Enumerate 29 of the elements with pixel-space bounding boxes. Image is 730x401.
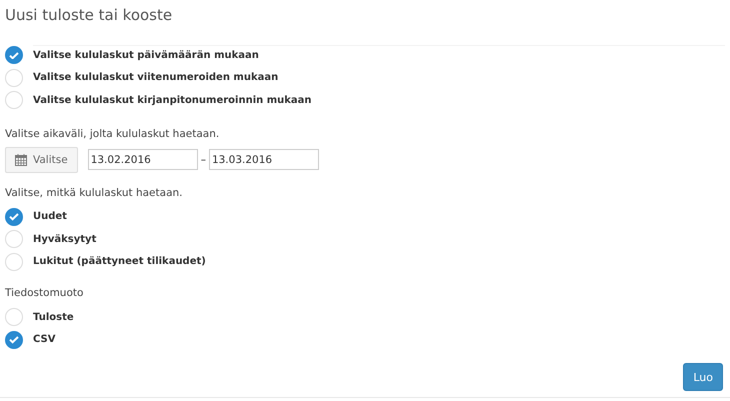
option-label[interactable]: Uudet (33, 211, 67, 222)
calendar-button[interactable]: Valitse (5, 146, 78, 172)
section-label: Tiedostomuoto (5, 287, 84, 299)
option-label[interactable]: Valitse kululaskut päivämäärän mukaan (33, 50, 259, 61)
radio-checked[interactable] (5, 46, 23, 64)
option-label[interactable]: Hyväksytyt (33, 234, 96, 245)
radio-button[interactable] (5, 252, 23, 271)
radio-button[interactable] (5, 230, 23, 248)
radio-checked[interactable] (5, 330, 23, 349)
radio-button[interactable] (5, 91, 23, 110)
range-separator: – (200, 154, 206, 166)
radio-button[interactable] (5, 68, 23, 87)
create-button[interactable]: Luo (683, 363, 723, 391)
page-title: Uusi tuloste tai kooste (5, 5, 174, 26)
calendar-icon (15, 154, 27, 166)
date-field[interactable]: 13.02.2016 (88, 149, 198, 170)
option-label[interactable]: CSV (33, 334, 56, 346)
check-icon (9, 52, 19, 59)
option-label[interactable]: Tuloste (33, 312, 74, 323)
option-label[interactable]: Valitse kululaskut kirjanpitonumeroinnin mukaan (33, 94, 312, 106)
option-label[interactable]: Valitse kululaskut viitenumeroiden mukaan (33, 72, 278, 84)
option-label[interactable]: Lukitut (päättyneet tilikaudet) (33, 256, 206, 268)
radio-button[interactable] (5, 308, 23, 326)
radio-checked[interactable] (5, 208, 23, 226)
section-label: Valitse, mitkä kululaskut haetaan. (5, 186, 184, 198)
section-label: Valitse aikaväli, jolta kululaskut haetaan. (5, 128, 220, 140)
date-field[interactable]: 13.03.2016 (208, 149, 319, 170)
check-icon (9, 336, 19, 344)
check-icon (9, 213, 19, 220)
